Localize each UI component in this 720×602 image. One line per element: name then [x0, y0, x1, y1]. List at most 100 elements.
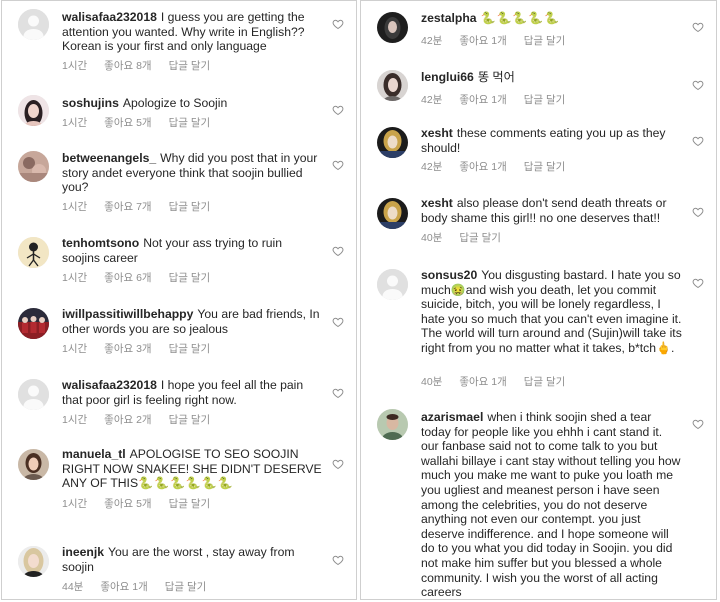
heart-icon[interactable]	[332, 18, 344, 30]
heart-icon[interactable]	[332, 104, 344, 116]
comment-text: tenhomtsono Not your ass trying to ruin s…	[62, 236, 322, 265]
comment-username[interactable]: manuela_tl	[62, 447, 126, 461]
comment-time[interactable]: 1시간	[62, 117, 87, 129]
comment-likes[interactable]: 좋아요 7개	[104, 201, 151, 213]
comment-username[interactable]: walisafaa232018	[62, 10, 157, 24]
comment-time[interactable]: 1시간	[62, 60, 87, 72]
reply-button[interactable]: 답글 달기	[169, 272, 211, 284]
reply-button[interactable]: 답글 달기	[524, 376, 566, 388]
comment-time[interactable]: 1시간	[62, 343, 87, 355]
heart-icon[interactable]	[332, 245, 344, 257]
avatar[interactable]	[377, 409, 408, 440]
comment-item: iwillpassitiwillbehappy You are bad frien…	[2, 297, 356, 367]
comment-likes[interactable]: 좋아요 8개	[104, 60, 151, 72]
comment-text: xesht also please don't send death threat…	[421, 196, 682, 225]
comment-likes[interactable]: 좋아요 1개	[100, 581, 147, 593]
comment-item: ineenjk You are the worst , stay away fro…	[2, 536, 356, 600]
avatar[interactable]	[377, 70, 408, 101]
reply-button[interactable]: 답글 달기	[169, 60, 211, 72]
comment-likes[interactable]: 좋아요 1개	[459, 161, 506, 173]
comment-username[interactable]: ineenjk	[62, 545, 104, 559]
comment-text: manuela_tl APOLOGISE TO SEO SOOJIN RIGHT …	[62, 447, 322, 491]
comment-text: azarismael when i think soojin shed a tea…	[421, 410, 682, 600]
heart-icon[interactable]	[692, 21, 704, 33]
reply-button[interactable]: 답글 달기	[524, 94, 566, 106]
heart-icon[interactable]	[332, 458, 344, 470]
avatar[interactable]	[18, 308, 49, 339]
reply-button[interactable]: 답글 달기	[459, 232, 501, 244]
comment-text: zestalpha 🐍🐍🐍🐍🐍	[421, 11, 682, 26]
avatar[interactable]	[377, 127, 408, 158]
reply-button[interactable]: 답글 달기	[169, 414, 211, 426]
heart-icon[interactable]	[692, 277, 704, 289]
comment-body: when i think soojin shed a tear today fo…	[421, 410, 681, 600]
comment-username[interactable]: tenhomtsono	[62, 236, 139, 250]
avatar[interactable]	[18, 379, 49, 410]
comment-time[interactable]: 42분	[421, 35, 442, 47]
heart-icon[interactable]	[692, 135, 704, 147]
comment-likes[interactable]: 좋아요 6개	[104, 272, 151, 284]
reply-button[interactable]: 답글 달기	[169, 201, 211, 213]
heart-icon[interactable]	[692, 418, 704, 430]
comment-username[interactable]: xesht	[421, 126, 453, 140]
avatar[interactable]	[377, 198, 408, 229]
comment-text: betweenangels_ Why did you post that in y…	[62, 151, 322, 195]
comment-likes[interactable]: 좋아요 3개	[104, 343, 151, 355]
comment-likes[interactable]: 좋아요 1개	[459, 35, 506, 47]
heart-icon[interactable]	[692, 79, 704, 91]
comment-text: soshujins Apologize to Soojin	[62, 96, 322, 111]
heart-icon[interactable]	[332, 387, 344, 399]
comment-text: xesht these comments eating you up as the…	[421, 126, 682, 155]
comment-meta: 1시간 좋아요 2개 답글 달기	[62, 412, 227, 427]
comment-username[interactable]: iwillpassitiwillbehappy	[62, 307, 193, 321]
comment-likes[interactable]: 좋아요 5개	[104, 117, 151, 129]
comment-time[interactable]: 1시간	[62, 201, 87, 213]
comment-item: zestalpha 🐍🐍🐍🐍🐍 42분 좋아요 1개 답글 달기	[361, 1, 716, 57]
comment-username[interactable]: azarismael	[421, 410, 483, 424]
comment-meta: 1시간 좋아요 3개 답글 달기	[62, 341, 227, 356]
comment-username[interactable]: zestalpha	[421, 11, 477, 25]
heart-icon[interactable]	[692, 206, 704, 218]
avatar[interactable]	[18, 546, 49, 577]
reply-button[interactable]: 답글 달기	[524, 161, 566, 173]
comment-time[interactable]: 1시간	[62, 498, 87, 510]
comment-username[interactable]: soshujins	[62, 96, 119, 110]
comment-item: xesht these comments eating you up as the…	[361, 119, 716, 185]
avatar[interactable]	[377, 269, 408, 300]
heart-icon[interactable]	[332, 316, 344, 328]
comment-meta: 42분 좋아요 1개 답글 달기	[421, 33, 582, 48]
comment-likes[interactable]: 좋아요 5개	[104, 498, 151, 510]
comment-text: ineenjk You are the worst , stay away fro…	[62, 545, 322, 574]
comment-time[interactable]: 1시간	[62, 414, 87, 426]
comment-username[interactable]: betweenangels_	[62, 151, 156, 165]
comment-time[interactable]: 42분	[421, 161, 442, 173]
comment-username[interactable]: walisafaa232018	[62, 378, 157, 392]
reply-button[interactable]: 답글 달기	[165, 581, 207, 593]
comment-meta: 1시간 좋아요 7개 답글 달기	[62, 199, 227, 214]
heart-icon[interactable]	[332, 554, 344, 566]
comment-username[interactable]: sonsus20	[421, 268, 477, 282]
reply-button[interactable]: 답글 달기	[524, 35, 566, 47]
reply-button[interactable]: 답글 달기	[169, 117, 211, 129]
avatar[interactable]	[18, 9, 49, 40]
avatar[interactable]	[18, 95, 49, 126]
avatar[interactable]	[18, 151, 49, 182]
reply-button[interactable]: 답글 달기	[169, 343, 211, 355]
avatar[interactable]	[18, 449, 49, 480]
comment-time[interactable]: 1시간	[62, 272, 87, 284]
reply-button[interactable]: 답글 달기	[169, 498, 211, 510]
avatar[interactable]	[377, 12, 408, 43]
comment-time[interactable]: 40분	[421, 376, 442, 388]
comment-username[interactable]: xesht	[421, 196, 453, 210]
comment-time[interactable]: 44분	[62, 581, 83, 593]
comment-username[interactable]: lenglui66	[421, 70, 474, 84]
comment-time[interactable]: 42분	[421, 94, 442, 106]
comment-likes[interactable]: 좋아요 2개	[104, 414, 151, 426]
comment-likes[interactable]: 좋아요 1개	[459, 94, 506, 106]
heart-icon[interactable]	[332, 159, 344, 171]
comment-likes[interactable]: 좋아요 1개	[459, 376, 506, 388]
avatar[interactable]	[18, 237, 49, 268]
comment-item: sonsus20 You disgusting bastard. I hate y…	[361, 259, 716, 391]
comment-body: these comments eating you up as they sho…	[421, 126, 666, 155]
comment-time[interactable]: 40분	[421, 232, 442, 244]
